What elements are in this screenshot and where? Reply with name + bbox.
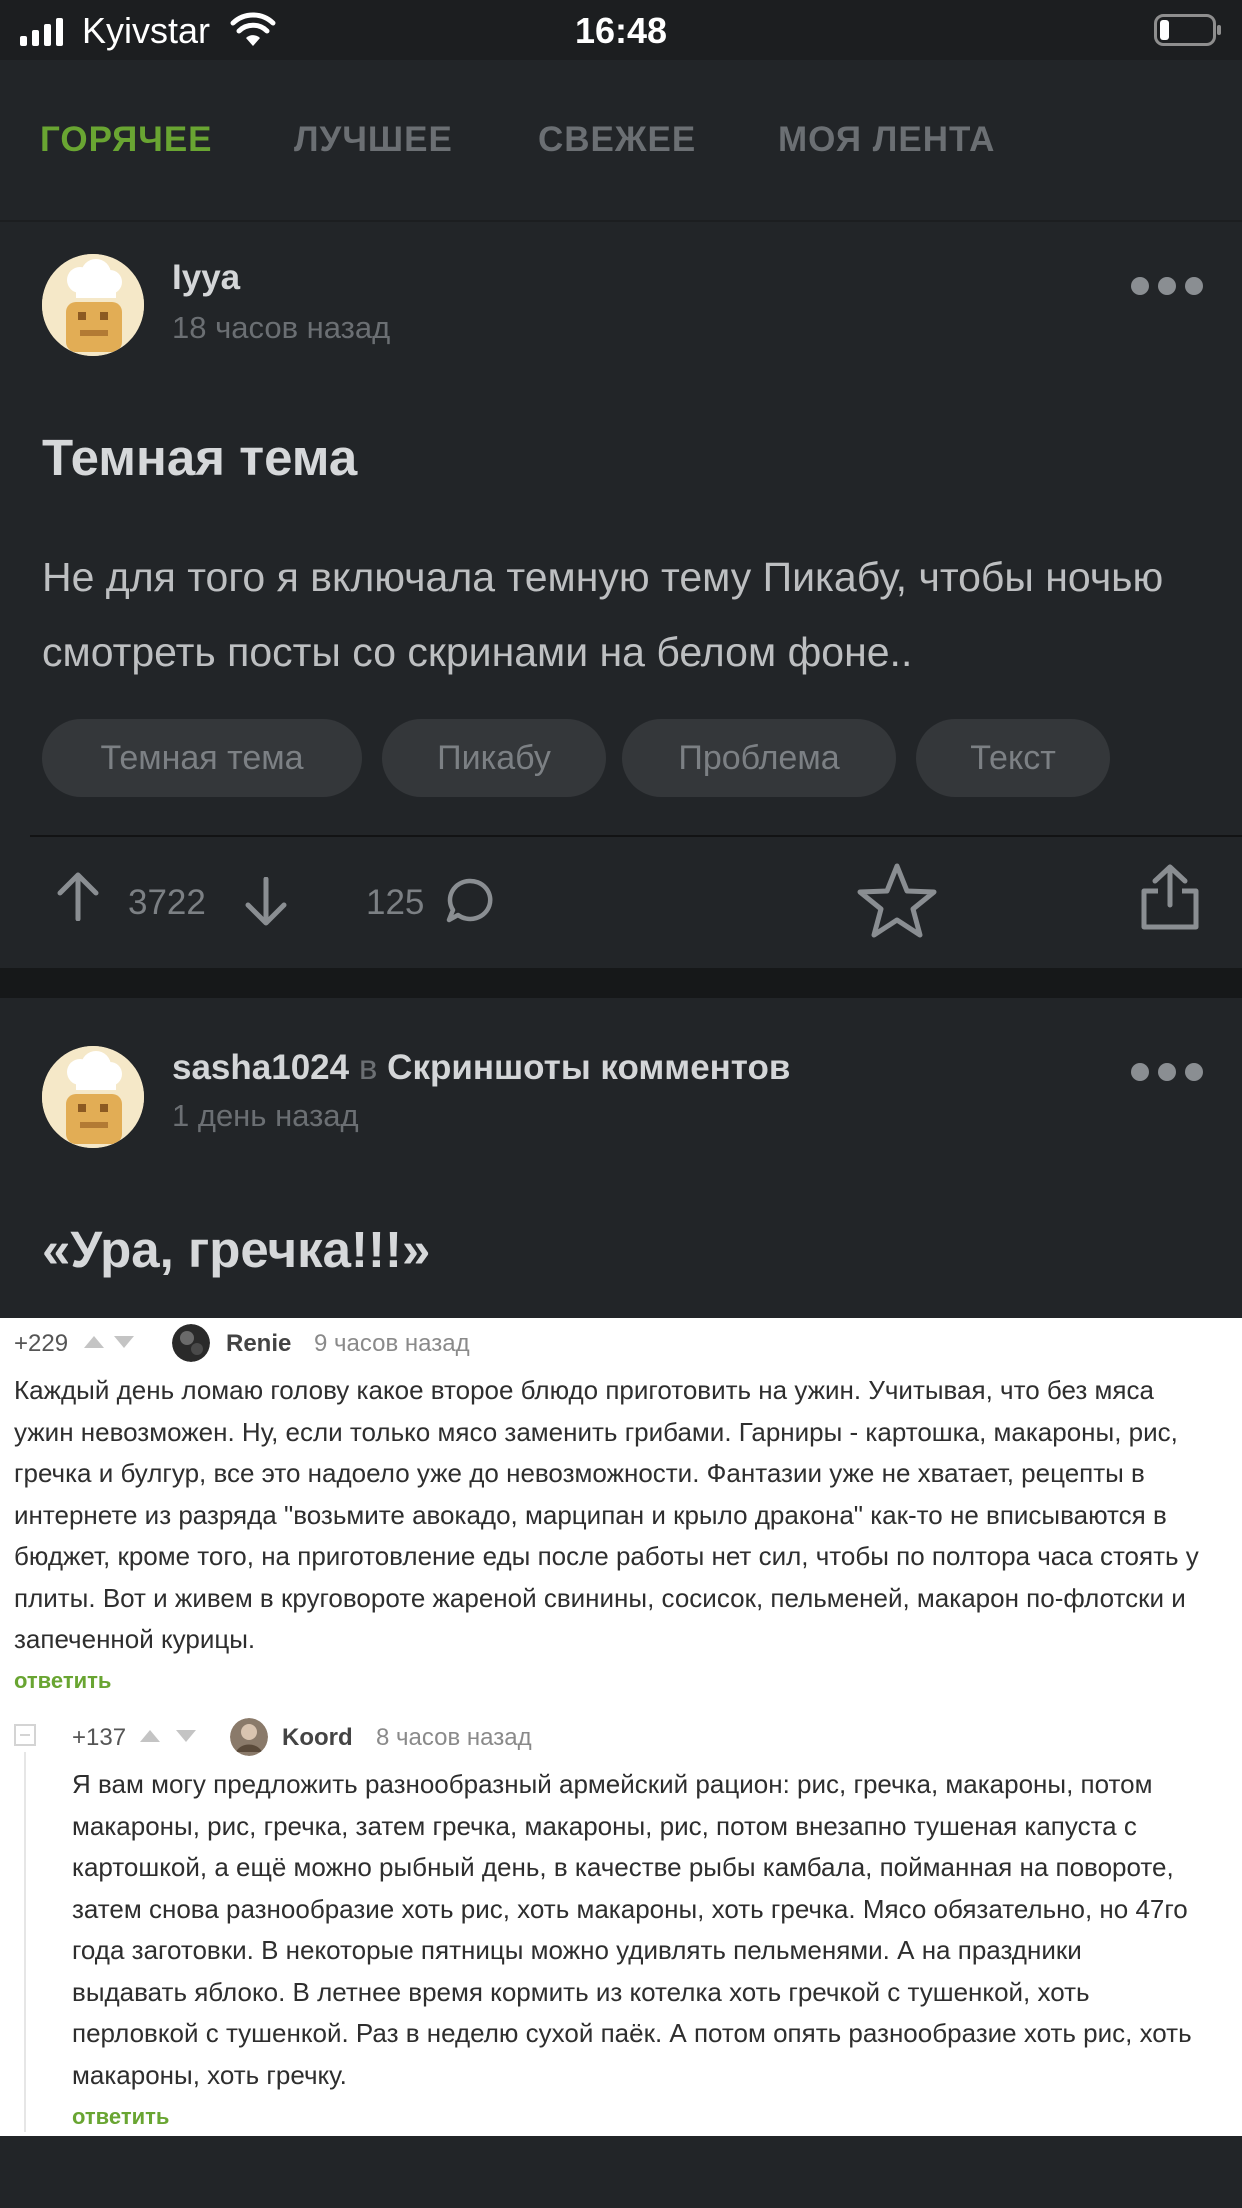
post-image[interactable]: +229 Renie 9 часов назад Каждый день лом… [0, 1318, 1242, 2136]
comment-line: запеченной курицы. [14, 1624, 256, 1654]
downvote-icon [176, 1730, 196, 1742]
post-title[interactable]: Темная тема [42, 428, 357, 487]
thread-line [24, 1752, 26, 2132]
reply-link: ответить [72, 2104, 170, 2129]
comment-line: интернете из разряда "возьмите авокадо, … [14, 1499, 1167, 1530]
tag[interactable]: Темная тема [42, 719, 362, 797]
comment-line: макароны, рис, гречка, затем гречка, мак… [72, 1810, 1137, 1841]
upvote-icon[interactable] [56, 871, 100, 921]
rating-value: 3722 [128, 883, 206, 922]
tag[interactable]: Пикабу [382, 719, 606, 797]
comment-icon[interactable] [444, 877, 494, 925]
author-username[interactable]: Iyya [172, 258, 240, 297]
in-label: в [358, 1048, 378, 1087]
avatar-image [42, 254, 144, 356]
tab-hot[interactable]: ГОРЯЧЕЕ [40, 120, 213, 160]
collapse-icon [14, 1724, 36, 1746]
post-time: 1 день назад [172, 1098, 359, 1133]
more-icon[interactable] [1130, 276, 1240, 296]
community-link[interactable]: Скриншоты комментов [387, 1048, 790, 1087]
tab-my-feed[interactable]: МОЯ ЛЕНТА [778, 120, 995, 160]
comment-avatar [172, 1324, 210, 1362]
tag[interactable]: Текст [916, 719, 1110, 797]
comment-line: макароны, хоть гречку. [72, 2059, 347, 2090]
tab-best[interactable]: ЛУЧШЕЕ [294, 120, 453, 160]
post-separator [0, 968, 1242, 998]
comment-line: Я вам могу предложить разнообразный арме… [72, 1769, 1153, 1799]
clock: 16:48 [574, 10, 668, 51]
author-line: sasha1024 в Скриншоты комментов [172, 1048, 790, 1088]
comment-rating: +137 [72, 1724, 127, 1751]
comment-author: Renie [226, 1330, 292, 1357]
share-icon[interactable] [1140, 863, 1200, 931]
comment-avatar [230, 1718, 268, 1756]
comment-line: перловкой с тушенкой. Раз в неделю сухой… [72, 2018, 1192, 2048]
comment-line: гречка и булгур, все это надоело уже до … [14, 1458, 1145, 1488]
comment-time: 9 часов назад [314, 1330, 470, 1357]
comment-text: Я вам могу предложить разнообразный арме… [72, 1764, 1192, 2096]
comment-rating: +229 [14, 1330, 69, 1357]
comment-line: бюджет, кроме того, на приготовление еды… [14, 1541, 1199, 1571]
author-name[interactable]: Iyya [172, 258, 240, 298]
tag[interactable]: Проблема [622, 719, 896, 797]
post-actions: 3722 125 [0, 837, 1242, 967]
upvote-icon [140, 1730, 160, 1742]
comment-line: картошкой, а ещё можно рыбный день, в ка… [72, 1852, 1174, 1882]
tab-fresh[interactable]: СВЕЖЕЕ [538, 120, 696, 160]
post-title[interactable]: «Ура, гречка!!!» [42, 1220, 430, 1279]
downvote-icon[interactable] [244, 877, 288, 927]
comment-time: 8 часов назад [376, 1724, 532, 1751]
status-bar: Kyivstar 16:48 [0, 0, 1242, 60]
post-time: 18 часов назад [172, 310, 391, 345]
comment-author: Koord [282, 1724, 353, 1751]
avatar[interactable] [42, 1046, 144, 1148]
comment-line: затем снова разнообразие хоть рис, хоть … [72, 1893, 1188, 1924]
downvote-icon [114, 1336, 134, 1348]
feed-tabs: ГОРЯЧЕЕ ЛУЧШЕЕ СВЕЖЕЕ МОЯ ЛЕНТА [0, 60, 1242, 220]
battery-icon [1154, 14, 1221, 46]
comment-line: Каждый день ломаю голову какое второе бл… [14, 1375, 1154, 1405]
comment-line: плиты. Вот и живем в круговороте жареной… [14, 1582, 1186, 1613]
comment-count[interactable]: 125 [366, 883, 424, 923]
star-icon[interactable] [856, 861, 938, 941]
comment-line: выдавать яблоко. В летнее время кормить … [72, 1976, 1090, 2007]
avatar[interactable] [42, 254, 144, 356]
avatar-image [42, 1046, 144, 1148]
post-text: Не для того я включала темную тему Пикаб… [42, 554, 1164, 675]
comment-text: Каждый день ломаю голову какое второе бл… [14, 1370, 1199, 1661]
reply-link: ответить [14, 1668, 112, 1693]
post-card: Iyya 18 часов назад Темная тема Не для т… [0, 222, 1242, 968]
next-section [0, 2136, 1242, 2208]
comment-line: ужин невозможен. Ну, если только мясо за… [14, 1416, 1178, 1447]
author-username[interactable]: sasha1024 [172, 1048, 349, 1087]
upvote-icon [84, 1336, 104, 1348]
more-icon[interactable] [1130, 1062, 1240, 1082]
comment-line: года заготовки. В некоторые пятницы можн… [72, 1935, 1082, 1965]
post-card: sasha1024 в Скриншоты комментов 1 день н… [0, 998, 1242, 1318]
